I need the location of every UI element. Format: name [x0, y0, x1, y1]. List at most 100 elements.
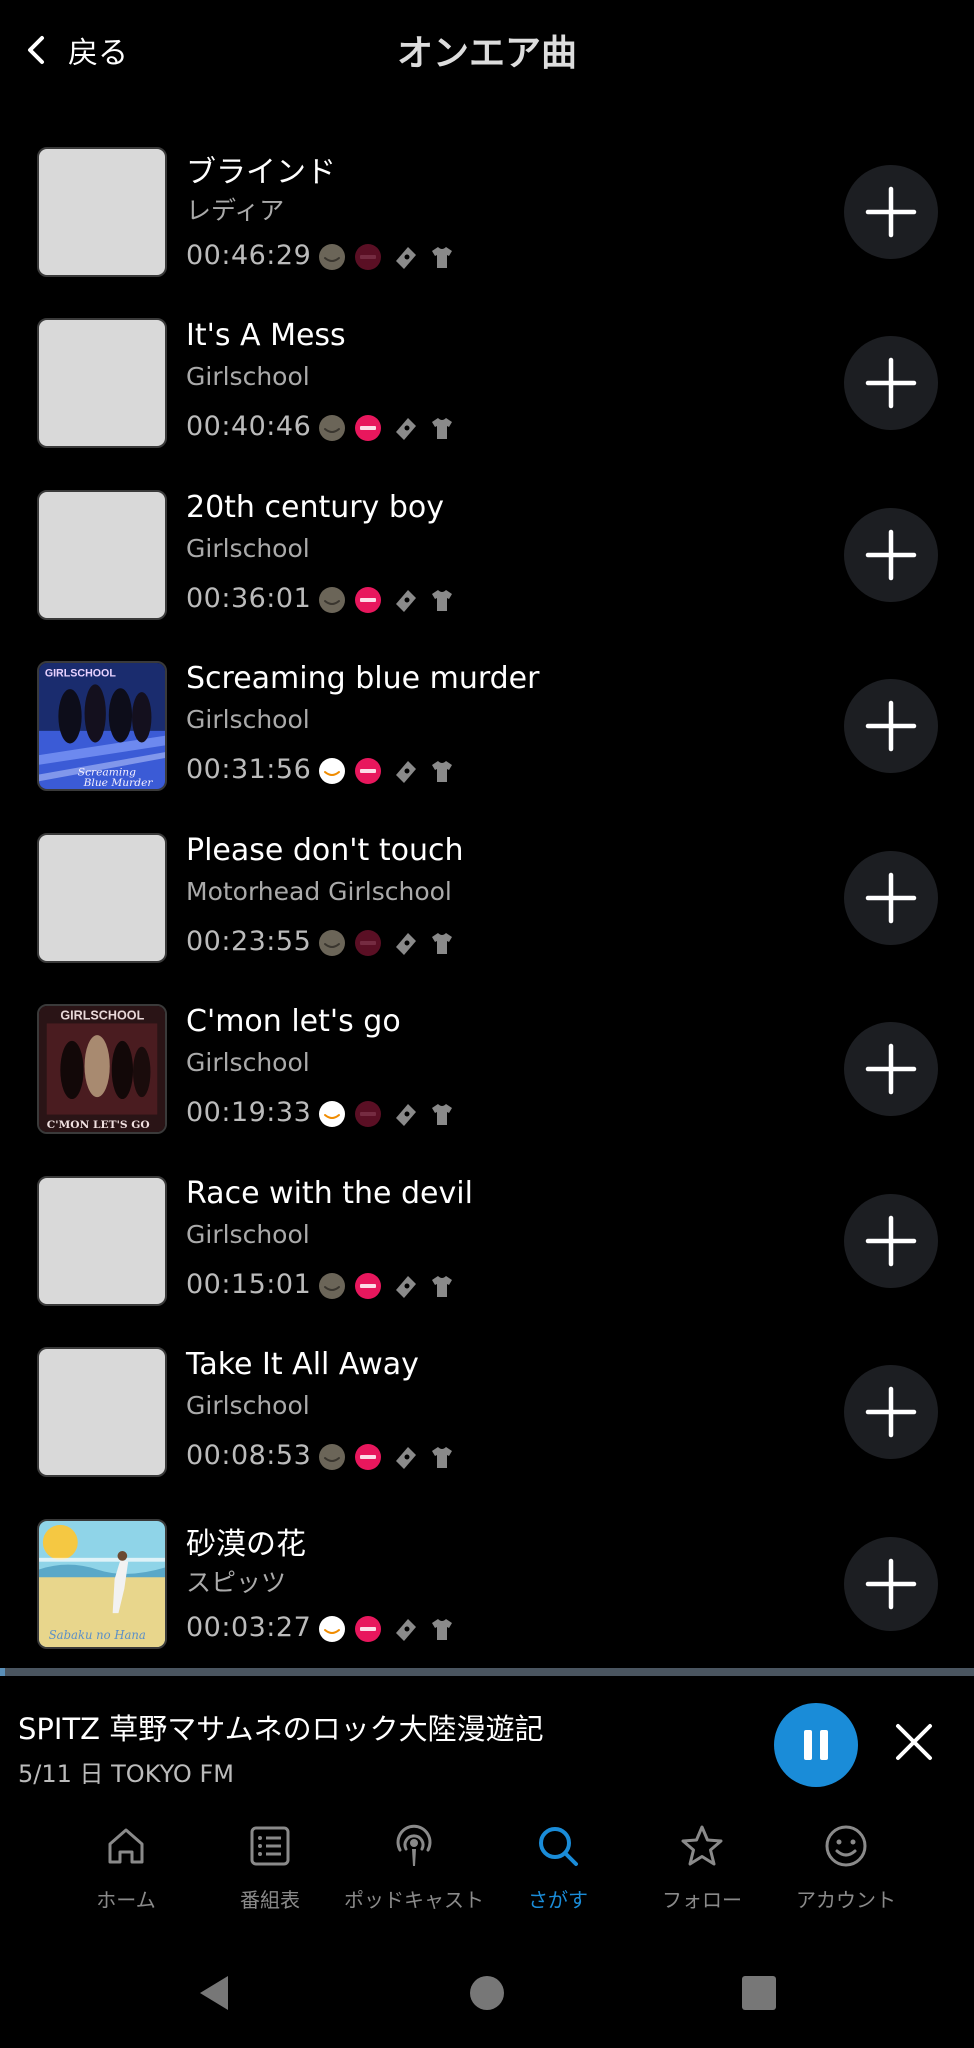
track-row[interactable]: Race with the devil Girlschool 00:15:01 — [0, 1164, 974, 1334]
recochoku-icon[interactable] — [354, 1100, 382, 1128]
ticket-icon[interactable] — [392, 1615, 420, 1643]
playback-progress[interactable] — [0, 1668, 974, 1676]
tshirt-icon[interactable] — [428, 1100, 456, 1128]
mini-player[interactable]: SPITZ 草野マサムネのロック大陸漫遊記 5/11 日 TOKYO FM — [0, 1676, 974, 1800]
track-artist: Girlschool — [186, 362, 310, 391]
add-track-button[interactable] — [844, 1537, 938, 1631]
track-title: C'mon let's go — [186, 1004, 401, 1039]
nav-podcast[interactable]: ポッドキャスト — [344, 1810, 484, 1920]
add-track-button[interactable] — [844, 1194, 938, 1288]
nav-search[interactable]: さがす — [488, 1810, 628, 1920]
add-track-button[interactable] — [844, 679, 938, 773]
album-cover-image: GIRLSCHOOLScreamingBlue Murder — [39, 663, 165, 789]
plus-icon — [865, 1215, 917, 1267]
ticket-icon[interactable] — [392, 1272, 420, 1300]
tshirt-icon[interactable] — [428, 586, 456, 614]
track-title: Race with the devil — [186, 1176, 473, 1211]
track-row[interactable]: Take It All Away Girlschool 00:08:53 — [0, 1335, 974, 1505]
track-title: Take It All Away — [186, 1347, 419, 1382]
amazon-music-icon[interactable] — [318, 1615, 346, 1643]
ticket-icon[interactable] — [392, 1443, 420, 1471]
track-row[interactable]: It's A Mess Girlschool 00:40:46 — [0, 306, 974, 476]
tshirt-icon[interactable] — [428, 1615, 456, 1643]
player-subtitle: 5/11 日 TOKYO FM — [18, 1760, 234, 1788]
tshirt-icon[interactable] — [428, 1443, 456, 1471]
system-home-button[interactable] — [462, 1968, 512, 2018]
recochoku-icon[interactable] — [354, 757, 382, 785]
amazon-music-icon[interactable] — [318, 414, 346, 442]
nav-label: アカウント — [796, 1888, 896, 1912]
add-track-button[interactable] — [844, 1022, 938, 1116]
track-artist: Girlschool — [186, 1391, 310, 1420]
program-guide-icon — [250, 1826, 290, 1866]
tshirt-icon[interactable] — [428, 243, 456, 271]
track-title: ブラインド — [186, 155, 336, 190]
ticket-icon[interactable] — [392, 757, 420, 785]
track-row[interactable]: GIRLSCHOOL C'MON LET'S GO C'mon let's go … — [0, 992, 974, 1162]
page-title: オンエア曲 — [396, 33, 577, 74]
tshirt-icon[interactable] — [428, 414, 456, 442]
recochoku-icon[interactable] — [354, 586, 382, 614]
track-artist: スピッツ — [186, 1568, 287, 1597]
home-icon — [108, 1828, 144, 1864]
track-row[interactable]: Sabaku no Hana 砂漠の花 スピッツ 00:03:27 — [0, 1507, 974, 1677]
plus-icon — [865, 1043, 917, 1095]
plus-icon — [865, 186, 917, 238]
circle-home-icon — [470, 1976, 504, 2010]
ticket-icon[interactable] — [392, 414, 420, 442]
recochoku-icon[interactable] — [354, 414, 382, 442]
nav-account[interactable]: アカウント — [776, 1810, 916, 1920]
add-track-button[interactable] — [844, 508, 938, 602]
add-track-button[interactable] — [844, 851, 938, 945]
system-nav-bar — [0, 1940, 974, 2048]
svg-text:Sabaku no Hana: Sabaku no Hana — [49, 1628, 146, 1642]
plus-icon — [865, 1558, 917, 1610]
ticket-icon[interactable] — [392, 1100, 420, 1128]
album-art: GIRLSCHOOL Screaming Blue Murder — [37, 661, 167, 791]
track-row[interactable]: GIRLSCHOOL Screaming Blue Murder Screaming… — [0, 649, 974, 819]
add-track-button[interactable] — [844, 165, 938, 259]
amazon-music-icon[interactable] — [318, 586, 346, 614]
amazon-music-icon[interactable] — [318, 1100, 346, 1128]
track-row[interactable]: ブラインド レディア 00:46:29 — [0, 135, 974, 305]
nav-label: 番組表 — [240, 1888, 300, 1912]
playback-progress-fill — [0, 1668, 5, 1676]
track-time: 00:31:56 — [186, 754, 312, 785]
amazon-music-icon[interactable] — [318, 243, 346, 271]
recochoku-icon[interactable] — [354, 929, 382, 957]
tshirt-icon[interactable] — [428, 1272, 456, 1300]
ticket-icon[interactable] — [392, 929, 420, 957]
ticket-icon[interactable] — [392, 243, 420, 271]
amazon-music-icon[interactable] — [318, 1272, 346, 1300]
close-player-button[interactable] — [888, 1716, 940, 1768]
nav-label: フォロー — [662, 1888, 742, 1912]
pause-button[interactable] — [774, 1703, 858, 1787]
ticket-icon[interactable] — [392, 586, 420, 614]
add-track-button[interactable] — [844, 1365, 938, 1459]
track-row[interactable]: Please don't touch Motorhead Girlschool … — [0, 821, 974, 991]
album-art — [37, 833, 167, 963]
nav-follow[interactable]: フォロー — [632, 1810, 772, 1920]
tshirt-icon[interactable] — [428, 929, 456, 957]
recochoku-icon[interactable] — [354, 1443, 382, 1471]
album-cover-image: Sabaku no Hana — [39, 1521, 165, 1647]
nav-home[interactable]: ホーム — [56, 1810, 196, 1920]
account-icon — [825, 1825, 867, 1867]
recochoku-icon[interactable] — [354, 1272, 382, 1300]
add-track-button[interactable] — [844, 336, 938, 430]
tshirt-icon[interactable] — [428, 757, 456, 785]
track-time: 00:08:53 — [186, 1440, 312, 1471]
system-recents-button[interactable] — [734, 1968, 784, 2018]
plus-icon — [865, 529, 917, 581]
amazon-music-icon[interactable] — [318, 757, 346, 785]
system-back-button[interactable] — [190, 1968, 240, 2018]
nav-program-guide[interactable]: 番組表 — [200, 1810, 340, 1920]
amazon-music-icon[interactable] — [318, 929, 346, 957]
amazon-music-icon[interactable] — [318, 1443, 346, 1471]
track-row[interactable]: 20th century boy Girlschool 00:36:01 — [0, 478, 974, 648]
album-art — [37, 318, 167, 448]
track-time: 00:23:55 — [186, 926, 312, 957]
recochoku-icon[interactable] — [354, 243, 382, 271]
album-art: Sabaku no Hana — [37, 1519, 167, 1649]
recochoku-icon[interactable] — [354, 1615, 382, 1643]
